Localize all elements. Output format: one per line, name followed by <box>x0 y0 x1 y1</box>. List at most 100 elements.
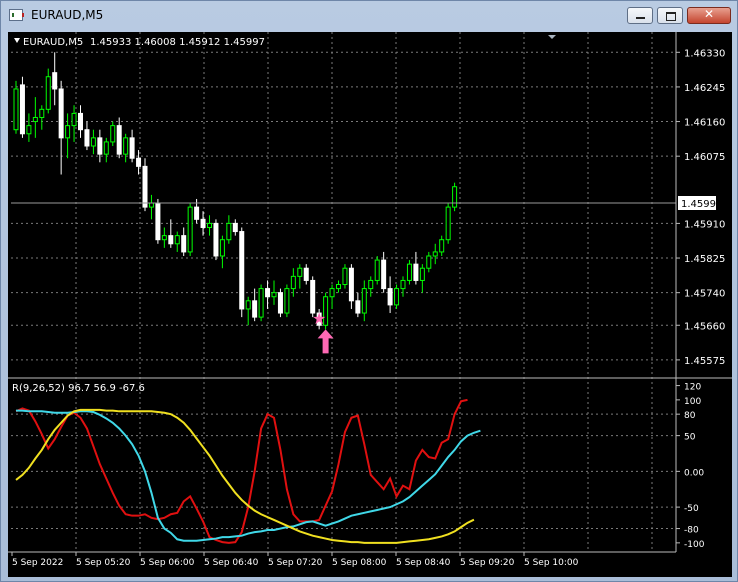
candle-body <box>452 186 458 208</box>
candle-body <box>271 292 277 298</box>
candle-body <box>26 125 32 135</box>
indicator-tick-label: 50 <box>684 433 696 443</box>
candle-body <box>303 267 309 281</box>
time-axis: 5 Sep 2022 5 Sep 05:20 5 Sep 06:00 5 Sep 06… <box>11 552 579 568</box>
current-price-tag: 1.45997 <box>681 199 722 210</box>
candle-body <box>84 129 90 147</box>
candle-body <box>406 263 412 281</box>
price-tick-label: 1.45825 <box>684 254 725 265</box>
candle-body <box>348 267 354 302</box>
candle-body <box>336 284 341 290</box>
chart-window: EURAUD,M5 ✕ 1.45997 EURAUD,M5 1.45933 1.… <box>0 0 738 582</box>
minimize-icon <box>636 17 645 19</box>
time-tick-label: 5 Sep 2022 <box>12 558 63 568</box>
indicator-line-r26 <box>16 409 481 542</box>
candle-body <box>45 76 51 110</box>
price-tick-label: 1.46245 <box>684 83 725 94</box>
candle-body <box>432 251 438 257</box>
candle-body <box>52 72 58 90</box>
candle-body <box>136 157 142 167</box>
candle-body <box>58 88 64 139</box>
candle-body <box>148 202 154 208</box>
candle-body <box>219 239 225 257</box>
candle-body <box>142 165 148 208</box>
indicator-tick-label: 0.00 <box>684 468 704 478</box>
candle-body <box>161 235 167 241</box>
candle-body <box>110 125 116 143</box>
close-button[interactable]: ✕ <box>687 7 731 24</box>
price-tick-label: 1.45910 <box>684 219 725 230</box>
up-arrow-marker[interactable] <box>317 329 334 354</box>
chart-canvas[interactable]: 1.45997 EURAUD,M5 1.45933 1.46008 1.4591… <box>8 32 732 577</box>
candle-body <box>342 267 348 286</box>
candle-body <box>129 137 135 159</box>
candle-body <box>207 222 212 228</box>
candle-body <box>39 108 45 118</box>
candle-body <box>368 279 374 290</box>
candle-body <box>78 112 83 131</box>
candle-body <box>168 235 174 245</box>
candle-body <box>284 288 290 314</box>
indicator-tick-label: 100 <box>684 397 701 407</box>
candle-body <box>381 259 387 290</box>
price-tick-label: 1.45660 <box>684 321 725 332</box>
collapse-triangle-icon[interactable] <box>14 38 20 43</box>
candle-body <box>174 235 180 245</box>
maximize-button[interactable] <box>657 7 683 24</box>
candle-body <box>19 84 25 135</box>
candle-body <box>71 112 77 127</box>
candle-body <box>187 206 193 253</box>
candle-body <box>361 288 367 314</box>
candle-body <box>32 116 38 123</box>
price-tick-label: 1.46330 <box>684 48 725 59</box>
price-tick-label: 1.45740 <box>684 289 725 300</box>
indicator-axis: 120 100 80 50 0.00 -50 -80 -100 <box>676 383 705 550</box>
indicator-tick-label: -100 <box>684 540 705 550</box>
candle-body <box>194 206 200 220</box>
indicator-tick-label: -50 <box>684 504 699 514</box>
candle-body <box>394 288 400 306</box>
maximize-icon <box>666 12 676 21</box>
price-candles <box>13 52 458 330</box>
candle-body <box>200 218 206 228</box>
candle-body <box>239 231 245 310</box>
time-tick-label: 5 Sep 09:20 <box>460 558 515 568</box>
indicator-tick-label: 120 <box>684 383 701 393</box>
candle-body <box>265 288 271 298</box>
candle-body <box>116 125 122 155</box>
candle-body <box>123 137 129 155</box>
close-icon: ✕ <box>703 7 715 21</box>
candle-body <box>439 239 445 253</box>
minimize-button[interactable] <box>627 7 653 24</box>
candle-body <box>90 137 96 147</box>
time-tick-label: 5 Sep 06:40 <box>204 558 259 568</box>
chart-shift-marker-icon[interactable] <box>548 35 556 39</box>
candle-body <box>245 300 251 310</box>
candle-body <box>181 235 187 253</box>
title-bar[interactable]: EURAUD,M5 ✕ <box>1 1 737 29</box>
candle-body <box>213 222 219 257</box>
candle-body <box>226 222 232 241</box>
candle-body <box>400 279 406 290</box>
window-title: EURAUD,M5 <box>31 8 104 22</box>
ohlc-values: 1.45933 1.46008 1.45912 1.45997 <box>90 37 265 48</box>
price-tick-label: 1.46075 <box>684 152 725 163</box>
time-tick-label: 5 Sep 10:00 <box>524 558 579 568</box>
chart-area[interactable]: 1.45997 EURAUD,M5 1.45933 1.46008 1.4591… <box>8 32 732 577</box>
indicator-tick-label: -80 <box>684 526 699 536</box>
time-tick-label: 5 Sep 08:00 <box>332 558 387 568</box>
price-tick-label: 1.46160 <box>684 118 725 129</box>
candle-body <box>374 259 380 281</box>
star-marker[interactable]: ★ <box>312 309 326 328</box>
candle-body <box>232 222 238 233</box>
candle-body <box>310 279 316 314</box>
chart-window-icon[interactable] <box>9 9 24 21</box>
candle-body <box>252 300 258 318</box>
candle-body <box>387 288 393 306</box>
time-tick-label: 5 Sep 06:00 <box>140 558 195 568</box>
candle-body <box>65 125 71 139</box>
candle-body <box>103 141 109 155</box>
candle-body <box>419 267 425 281</box>
candle-body <box>258 288 264 318</box>
candle-body <box>426 255 432 269</box>
